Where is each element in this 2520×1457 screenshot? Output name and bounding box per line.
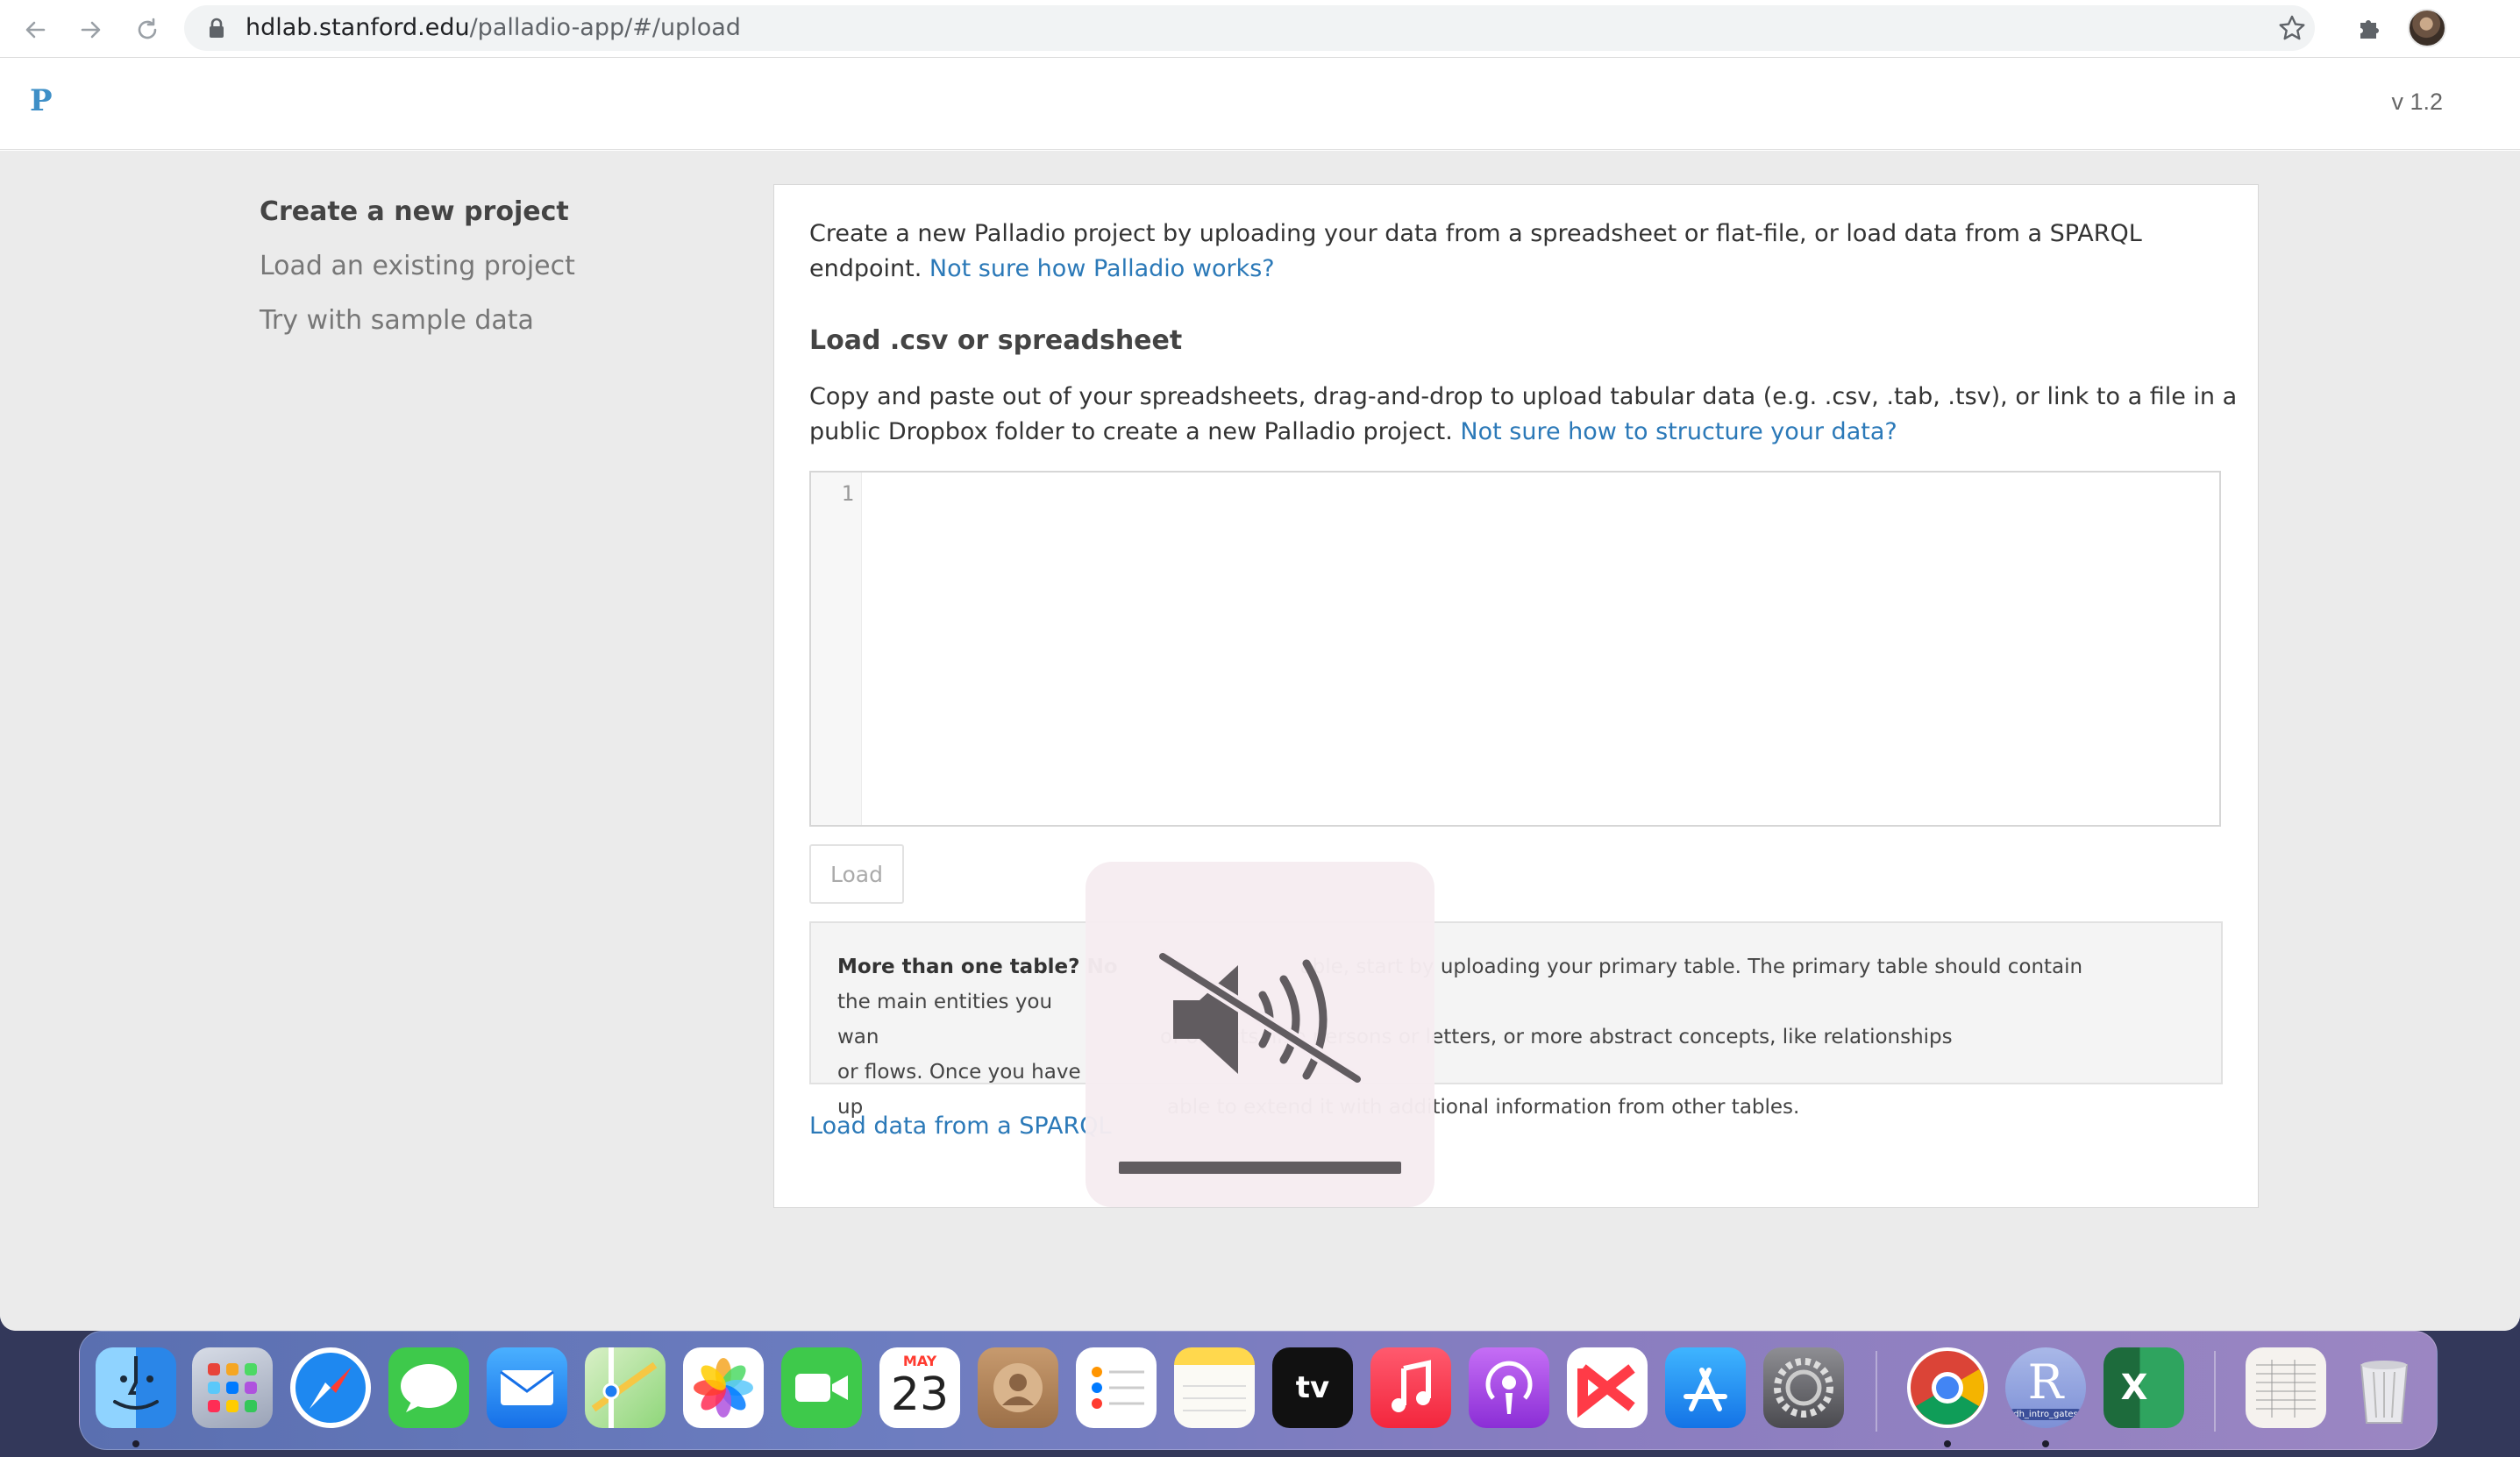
dock-separator-2 [2214, 1351, 2216, 1432]
load-button[interactable]: Load [809, 844, 904, 904]
editor-text-area[interactable] [864, 473, 2219, 825]
app-store-icon[interactable] [1665, 1347, 1746, 1428]
intro-paragraph: Create a new Palladio project by uploadi… [809, 217, 2239, 287]
music-icon[interactable] [1370, 1347, 1451, 1428]
r-letter: R [2027, 1354, 2064, 1410]
calendar-day: 23 [890, 1368, 950, 1421]
back-button[interactable] [16, 11, 54, 49]
document-thumbnail-icon[interactable] [2246, 1347, 2326, 1428]
address-bar[interactable]: hdlab.stanford.edu/palladio-app/#/upload [184, 5, 2315, 51]
profile-avatar[interactable] [2408, 9, 2446, 47]
trash-icon[interactable] [2344, 1347, 2424, 1428]
upload-panel: Create a new Palladio project by uploadi… [773, 184, 2259, 1208]
facetime-icon[interactable] [781, 1347, 862, 1428]
finder-running-dot [132, 1440, 139, 1447]
tip-line-2-left: the main entities you wan [837, 991, 1053, 1048]
tip-text: More than one table? No able, start by up… [837, 949, 2195, 1125]
calendar-icon[interactable]: MAY 23 [879, 1347, 960, 1428]
back-arrow-icon [25, 21, 46, 39]
finder-icon[interactable] [96, 1347, 176, 1428]
lock-icon [210, 18, 224, 38]
line-number: 1 [841, 481, 854, 506]
volume-hud [1086, 862, 1434, 1207]
forward-button[interactable] [72, 11, 110, 49]
r-badge: dh_intro_gates [2009, 1408, 2082, 1420]
extensions-puzzle-icon[interactable] [2353, 12, 2385, 44]
r-running-dot [2042, 1440, 2049, 1447]
maps-icon[interactable] [585, 1347, 666, 1428]
reminders-icon[interactable] [1076, 1347, 1157, 1428]
sparql-link[interactable]: Load data from a SPARQL [809, 1112, 1112, 1140]
chrome-running-dot [1944, 1440, 1951, 1447]
browser-window: hdlab.stanford.edu/palladio-app/#/upload… [0, 0, 2520, 1331]
section-title: Load .csv or spreadsheet [809, 325, 1183, 356]
launchpad-icon[interactable] [192, 1347, 273, 1428]
speaker-muted-icon [1159, 949, 1364, 1086]
r-project-icon[interactable]: R dh_intro_gates [2005, 1347, 2086, 1428]
volume-level-bar [1119, 1162, 1401, 1174]
palladio-logo[interactable]: P [30, 83, 53, 118]
chrome-icon[interactable] [1907, 1347, 1988, 1428]
editor-gutter: 1 [811, 473, 862, 825]
mail-icon[interactable] [487, 1347, 567, 1428]
instructions-paragraph: Copy and paste out of your spreadsheets,… [809, 380, 2239, 450]
sidebar-item-create-project[interactable]: Create a new project [260, 195, 751, 230]
multiple-tables-tip: More than one table? No able, start by up… [809, 921, 2223, 1119]
data-editor[interactable]: 1 [809, 471, 2221, 827]
tip-heading: More than one table? No [837, 956, 1118, 978]
excel-icon[interactable]: X [2104, 1347, 2184, 1428]
tip-line-2: the main entities you wan of objects, lik… [837, 984, 2195, 1055]
podcasts-icon[interactable] [1469, 1347, 1549, 1428]
sidebar-nav: Create a new project Load an existing pr… [260, 195, 751, 358]
help-link[interactable]: Not sure how Palladio works? [929, 255, 1275, 282]
photos-icon[interactable] [683, 1347, 764, 1428]
safari-icon[interactable] [290, 1347, 371, 1428]
browser-toolbar: hdlab.stanford.edu/palladio-app/#/upload [0, 0, 2520, 58]
system-preferences-icon[interactable] [1763, 1347, 1844, 1428]
contacts-icon[interactable] [978, 1347, 1058, 1428]
app-version: v 1.2 [2391, 89, 2443, 115]
notes-icon[interactable] [1174, 1347, 1255, 1428]
reload-icon [138, 18, 157, 39]
forward-arrow-icon [81, 21, 101, 39]
app-header: P v 1.2 [0, 59, 2520, 150]
sidebar-item-sample-data[interactable]: Try with sample data [260, 303, 751, 338]
url-text: hdlab.stanford.edu/palladio-app/#/upload [246, 14, 741, 41]
sidebar-item-load-project[interactable]: Load an existing project [260, 249, 751, 284]
tv-label: tv [1295, 1370, 1330, 1405]
structure-help-link[interactable]: Not sure how to structure your data? [1460, 418, 1897, 445]
messages-icon[interactable] [388, 1347, 469, 1428]
apple-tv-icon[interactable]: tv [1272, 1347, 1353, 1428]
calendar-month: MAY [902, 1353, 937, 1369]
tip-line-1: More than one table? No able, start by up… [837, 949, 2195, 984]
news-icon[interactable] [1567, 1347, 1648, 1428]
bookmark-star-icon[interactable] [2276, 12, 2308, 44]
dock: MAY 23 tv R dh_intro_gates X [79, 1331, 2438, 1450]
reload-button[interactable] [128, 11, 167, 49]
excel-letter: X [2120, 1368, 2148, 1408]
dock-separator [1876, 1351, 1877, 1432]
